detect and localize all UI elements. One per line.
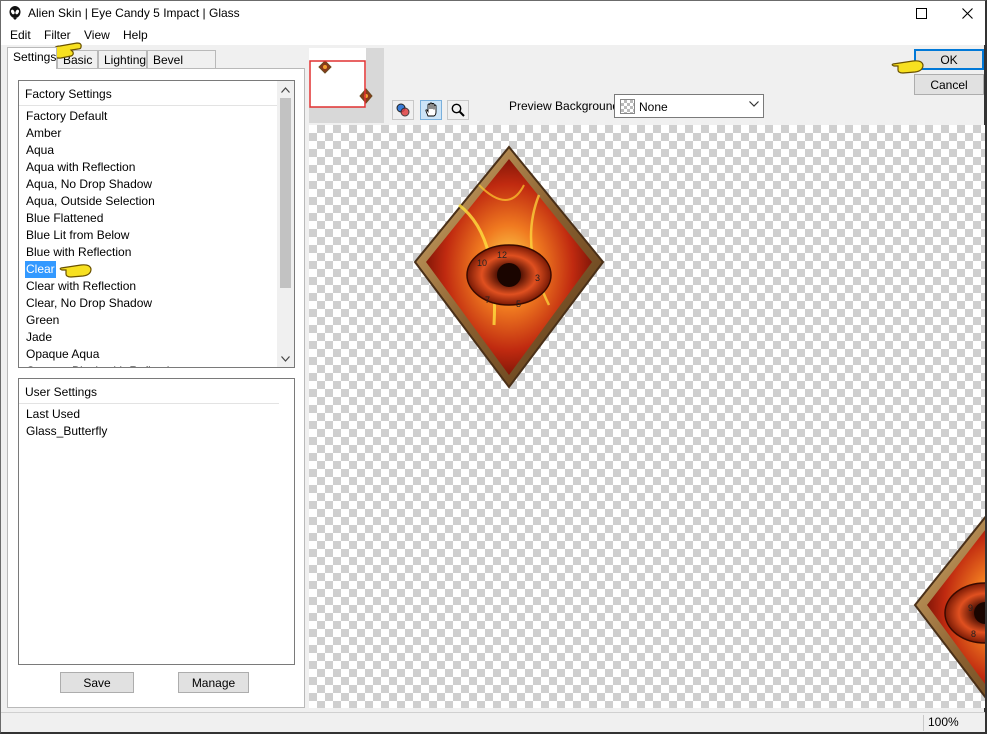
factory-list-row: Aqua, Outside Selection bbox=[25, 193, 184, 210]
factory-list-row: Factory Default bbox=[25, 108, 184, 125]
hand-icon bbox=[425, 102, 437, 117]
factory-list-row: Opaque Black with Reflection bbox=[25, 363, 184, 367]
list-item[interactable]: Green bbox=[25, 312, 184, 329]
zoom-tool-button[interactable] bbox=[447, 100, 469, 120]
list-item[interactable]: Aqua with Reflection bbox=[25, 159, 184, 176]
list-item[interactable]: Blue with Reflection bbox=[25, 244, 184, 261]
factory-list-row: Aqua with Reflection bbox=[25, 159, 184, 176]
settings-panel: Factory Settings Factory Default Amber Aqu… bbox=[7, 68, 305, 708]
tab-settings[interactable]: Settings bbox=[7, 47, 57, 69]
transparent-swatch-icon bbox=[620, 99, 635, 114]
close-button[interactable] bbox=[944, 1, 987, 25]
list-item-last-used[interactable]: Last Used bbox=[25, 406, 108, 423]
svg-text:9: 9 bbox=[968, 603, 973, 613]
factory-list-scrollbar[interactable] bbox=[277, 81, 294, 367]
svg-text:12: 12 bbox=[497, 250, 507, 260]
status-bar: 100% bbox=[1, 712, 985, 732]
alien-head-icon bbox=[9, 6, 21, 20]
list-item[interactable]: Aqua, Outside Selection bbox=[25, 193, 184, 210]
list-item[interactable]: Aqua bbox=[25, 142, 184, 159]
diamond-tile-partial: 9 8 bbox=[913, 515, 985, 699]
list-item[interactable]: Clear with Reflection bbox=[25, 278, 184, 295]
scroll-up-button[interactable] bbox=[277, 81, 294, 98]
pointing-hand-icon bbox=[891, 60, 924, 74]
preview-background-select[interactable]: None bbox=[614, 94, 764, 118]
svg-text:5: 5 bbox=[516, 299, 521, 309]
chevron-down-icon bbox=[281, 355, 290, 362]
factory-settings-header: Factory Settings bbox=[25, 87, 112, 101]
zoom-icon bbox=[451, 103, 465, 117]
factory-header-divider bbox=[19, 105, 279, 106]
title-bar: Alien Skin | Eye Candy 5 Impact | Glass bbox=[1, 1, 985, 25]
maximize-button[interactable] bbox=[898, 1, 944, 25]
scroll-thumb[interactable] bbox=[280, 98, 291, 288]
menu-bar: Edit Filter View Help bbox=[1, 25, 985, 45]
maximize-icon bbox=[915, 7, 927, 19]
user-header-divider bbox=[19, 403, 279, 404]
svg-text:7: 7 bbox=[485, 295, 490, 305]
svg-text:10: 10 bbox=[477, 258, 487, 268]
factory-list-row: Clear, No Drop Shadow bbox=[25, 295, 184, 312]
close-icon bbox=[961, 7, 973, 19]
menu-view[interactable]: View bbox=[84, 28, 110, 42]
preview-background-label: Preview Background: bbox=[509, 99, 623, 113]
factory-settings-list[interactable]: Factory Settings Factory Default Amber Aqu… bbox=[18, 80, 295, 368]
list-item[interactable]: Amber bbox=[25, 125, 184, 142]
preview-canvas[interactable]: 10 3 7 5 12 9 8 bbox=[309, 125, 985, 708]
eye-candy-window: Alien Skin | Eye Candy 5 Impact | Glass … bbox=[0, 0, 987, 734]
user-settings-header: User Settings bbox=[25, 385, 98, 399]
cancel-button[interactable]: Cancel bbox=[914, 74, 984, 95]
list-item[interactable]: Opaque Aqua bbox=[25, 346, 184, 363]
factory-list-row: Aqua, No Drop Shadow bbox=[25, 176, 184, 193]
menu-edit[interactable]: Edit bbox=[10, 28, 31, 42]
window-title: Alien Skin | Eye Candy 5 Impact | Glass bbox=[28, 6, 240, 20]
manage-button[interactable]: Manage bbox=[178, 672, 249, 693]
list-item[interactable]: Blue Flattened bbox=[25, 210, 184, 227]
list-item[interactable]: Aqua, No Drop Shadow bbox=[25, 176, 184, 193]
user-settings-items: Last Used Glass_Butterfly bbox=[25, 406, 108, 440]
factory-list-row: Clear with Reflection bbox=[25, 278, 184, 295]
pointing-hand-icon bbox=[59, 264, 92, 278]
list-item[interactable]: Factory Default bbox=[25, 108, 184, 125]
factory-list-row: Aqua bbox=[25, 142, 184, 159]
menu-help[interactable]: Help bbox=[123, 28, 148, 42]
svg-text:3: 3 bbox=[535, 273, 540, 283]
preview-image: 10 3 7 5 12 9 8 bbox=[413, 145, 985, 699]
tab-bevel-profile[interactable]: Bevel Profile bbox=[147, 50, 216, 81]
factory-list-row: Green bbox=[25, 312, 184, 329]
scroll-down-button[interactable] bbox=[277, 350, 294, 367]
factory-list-row: Amber bbox=[25, 125, 184, 142]
list-item-glass-butterfly[interactable]: Glass_Butterfly bbox=[25, 423, 108, 440]
factory-settings-items: Factory Default Amber Aqua Aqua with Reflec… bbox=[25, 108, 184, 367]
hand-tool-button[interactable] bbox=[420, 100, 442, 120]
list-item[interactable]: Blue Lit from Below bbox=[25, 227, 184, 244]
zoom-level: 100% bbox=[923, 715, 983, 731]
factory-list-row: Clear bbox=[25, 261, 184, 278]
factory-list-row: Opaque Aqua bbox=[25, 346, 184, 363]
user-settings-list[interactable]: User Settings Last Used Glass_Butterfly bbox=[18, 378, 295, 665]
list-item[interactable]: Opaque Black with Reflection bbox=[25, 363, 184, 367]
list-item[interactable]: Jade bbox=[25, 329, 184, 346]
diamond-tile-main: 10 3 7 5 12 bbox=[413, 145, 605, 389]
svg-text:8: 8 bbox=[971, 629, 976, 639]
factory-list-row: Blue Flattened bbox=[25, 210, 184, 227]
navigator-thumbnail[interactable] bbox=[309, 48, 384, 123]
factory-list-row: Jade bbox=[25, 329, 184, 346]
chevron-down-icon bbox=[749, 101, 759, 107]
tab-lighting[interactable]: Lighting bbox=[98, 50, 147, 68]
list-item[interactable]: Clear, No Drop Shadow bbox=[25, 295, 184, 312]
compare-icon bbox=[396, 103, 410, 117]
preview-background-value: None bbox=[639, 100, 668, 114]
navigator-preview bbox=[309, 48, 373, 108]
save-button[interactable]: Save bbox=[60, 672, 134, 693]
compare-tool-button[interactable] bbox=[392, 100, 414, 120]
factory-list-row: Blue with Reflection bbox=[25, 244, 184, 261]
factory-list-row: Blue Lit from Below bbox=[25, 227, 184, 244]
chevron-up-icon bbox=[281, 86, 290, 93]
list-item[interactable]: Clear bbox=[25, 261, 56, 278]
